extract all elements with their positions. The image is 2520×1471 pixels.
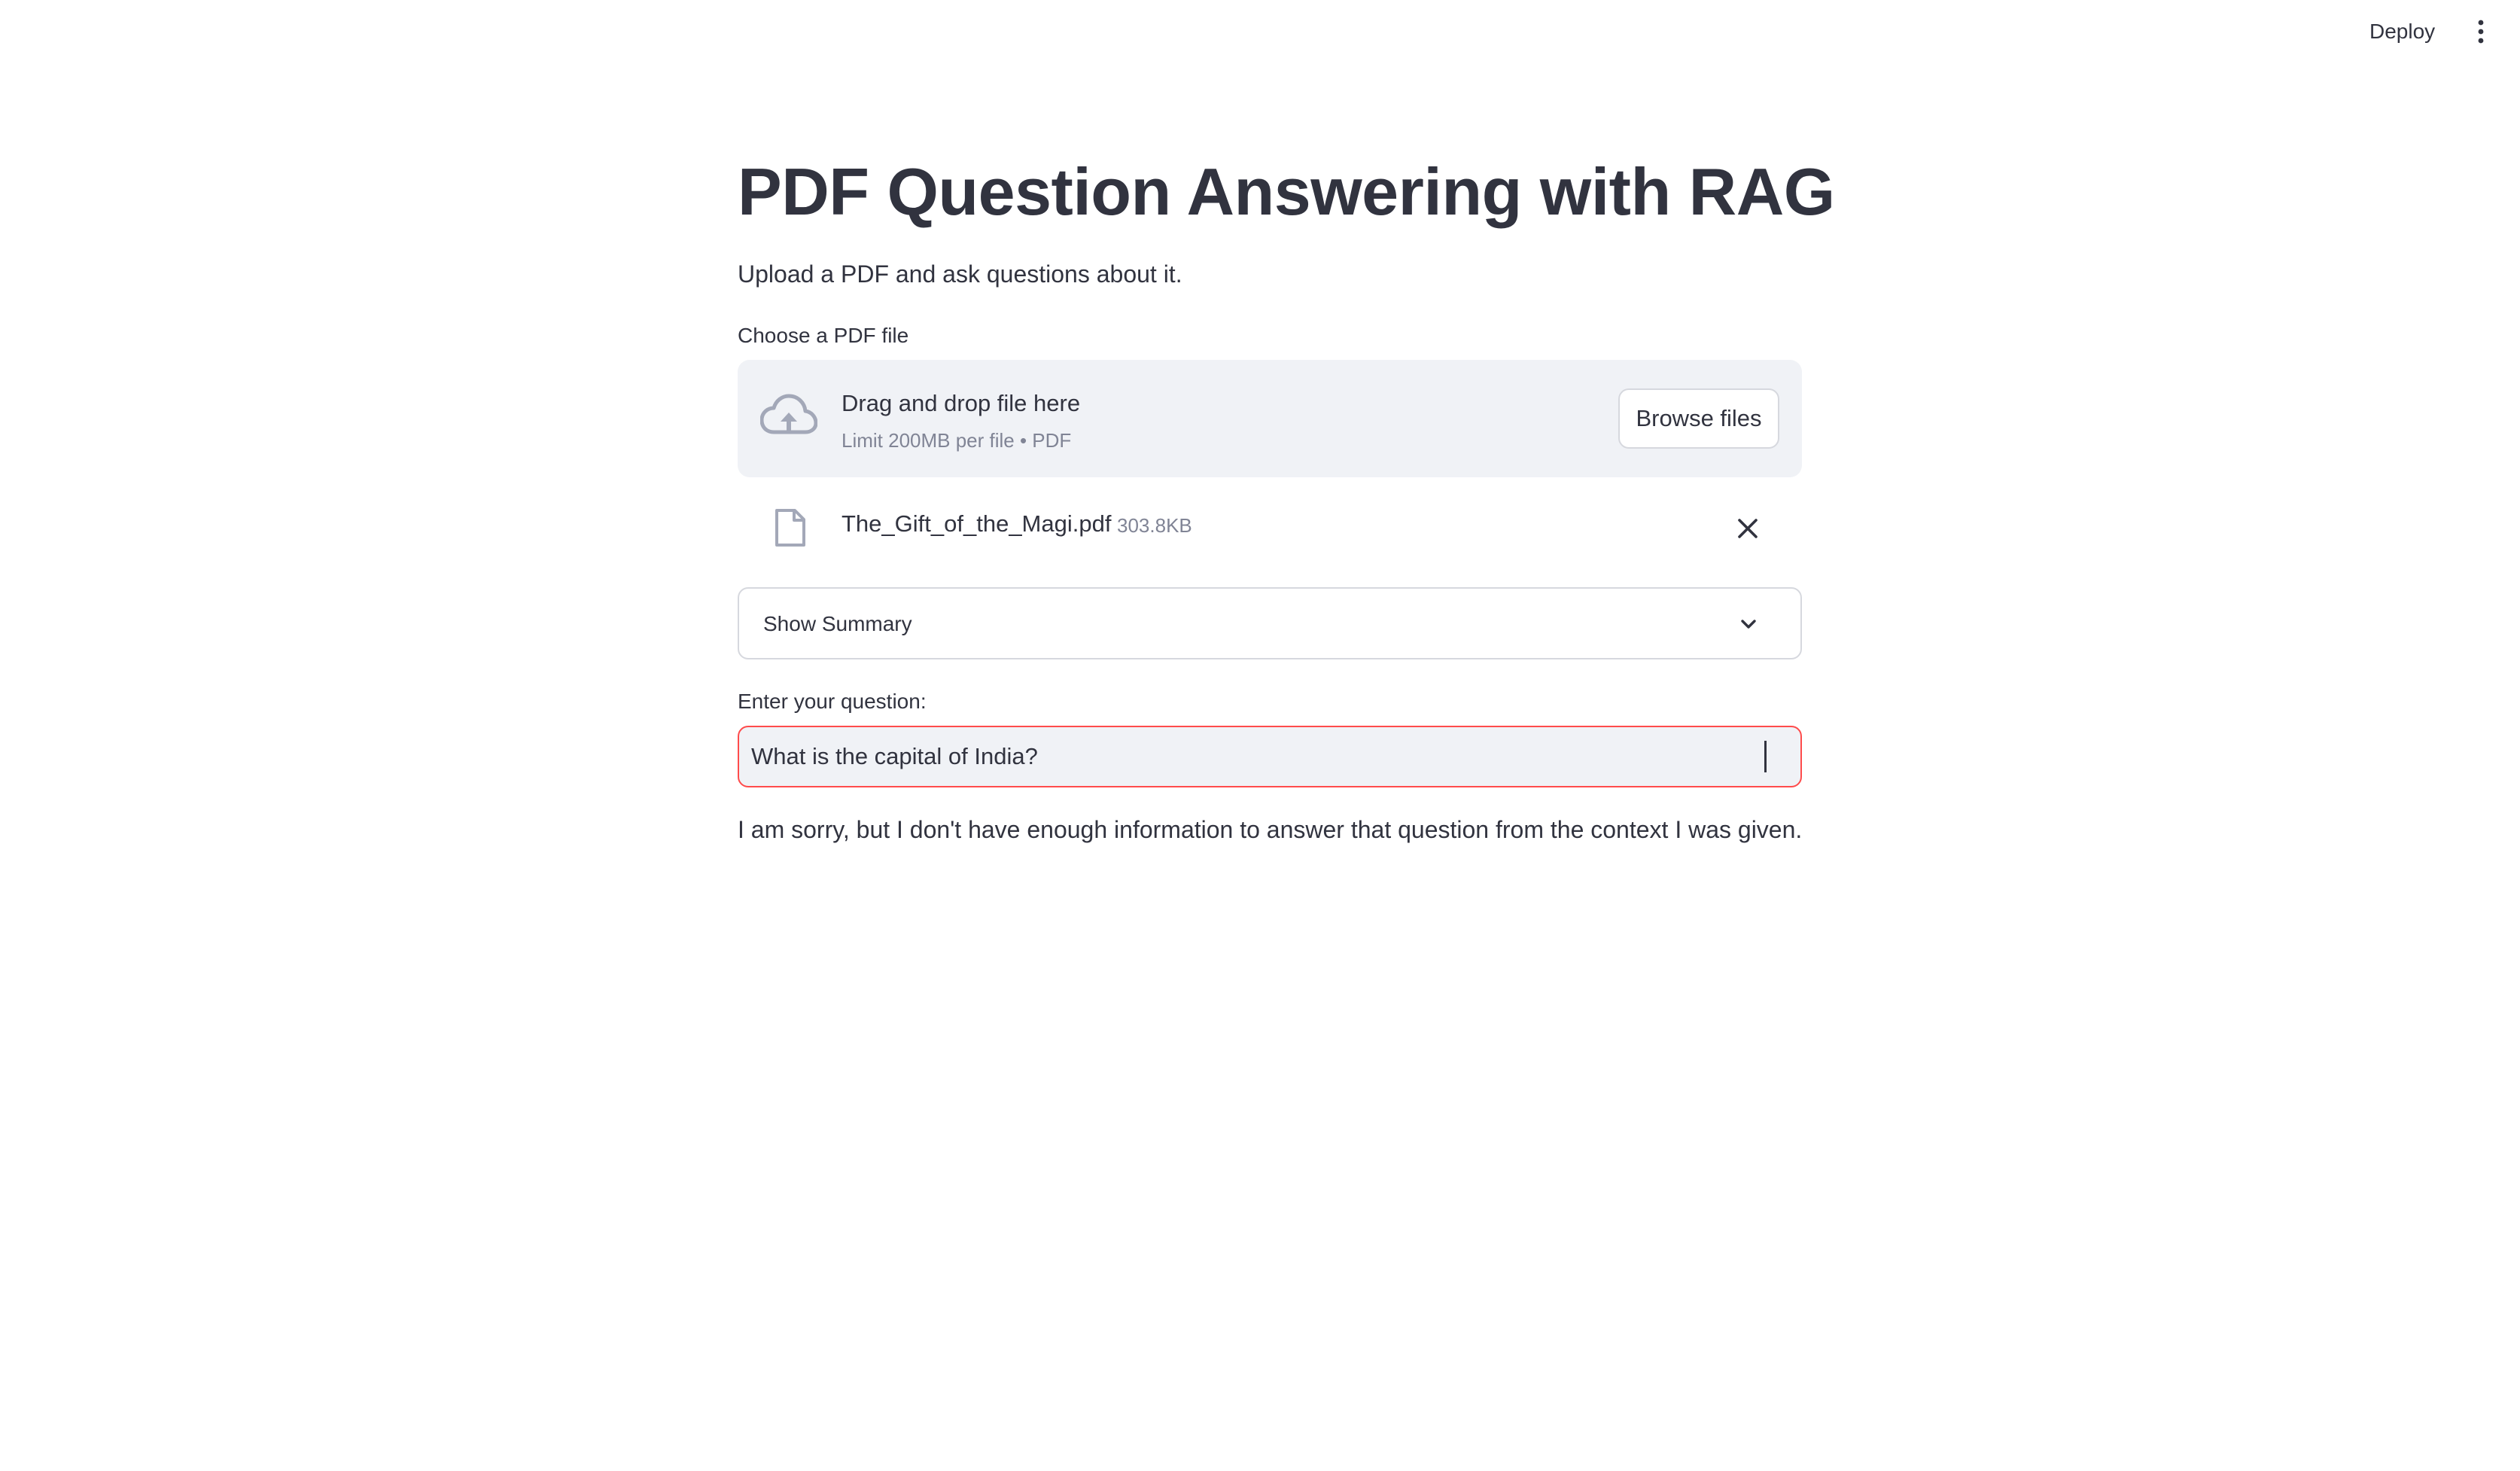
- vertical-ellipsis-icon: [2478, 20, 2484, 44]
- file-dropzone[interactable]: Drag and drop file here Limit 200MB per …: [738, 360, 1802, 477]
- top-toolbar: Deploy: [0, 0, 2520, 63]
- answer-text: I am sorry, but I don't have enough info…: [738, 816, 1803, 843]
- browse-files-button[interactable]: Browse files: [1618, 388, 1779, 449]
- deploy-button[interactable]: Deploy: [2359, 15, 2445, 48]
- file-icon: [775, 509, 805, 547]
- file-uploader-label: Choose a PDF file: [738, 324, 909, 347]
- show-summary-expander[interactable]: Show Summary: [738, 587, 1802, 659]
- question-input-label: Enter your question:: [738, 690, 927, 713]
- cloud-upload-icon: [760, 394, 817, 434]
- main-menu-button[interactable]: [2463, 14, 2499, 50]
- close-icon: [1738, 519, 1758, 538]
- page-title: PDF Question Answering with RAG: [738, 154, 1835, 229]
- uploaded-file-size: 303.8KB: [1117, 514, 1192, 537]
- chevron-down-icon: [1741, 620, 1756, 629]
- expander-label: Show Summary: [763, 612, 912, 635]
- question-input[interactable]: [738, 726, 1802, 787]
- dropzone-instructions: Drag and drop file here: [842, 390, 1081, 416]
- uploaded-file-name: The_Gift_of_the_Magi.pdf: [842, 510, 1112, 537]
- remove-file-button[interactable]: [1730, 512, 1766, 545]
- text-cursor: [1764, 741, 1767, 772]
- dropzone-limit-text: Limit 200MB per file • PDF: [842, 429, 1072, 452]
- page-subtitle: Upload a PDF and ask questions about it.: [738, 260, 1182, 288]
- uploaded-file-item: The_Gift_of_the_Magi.pdf 303.8KB: [738, 497, 1802, 557]
